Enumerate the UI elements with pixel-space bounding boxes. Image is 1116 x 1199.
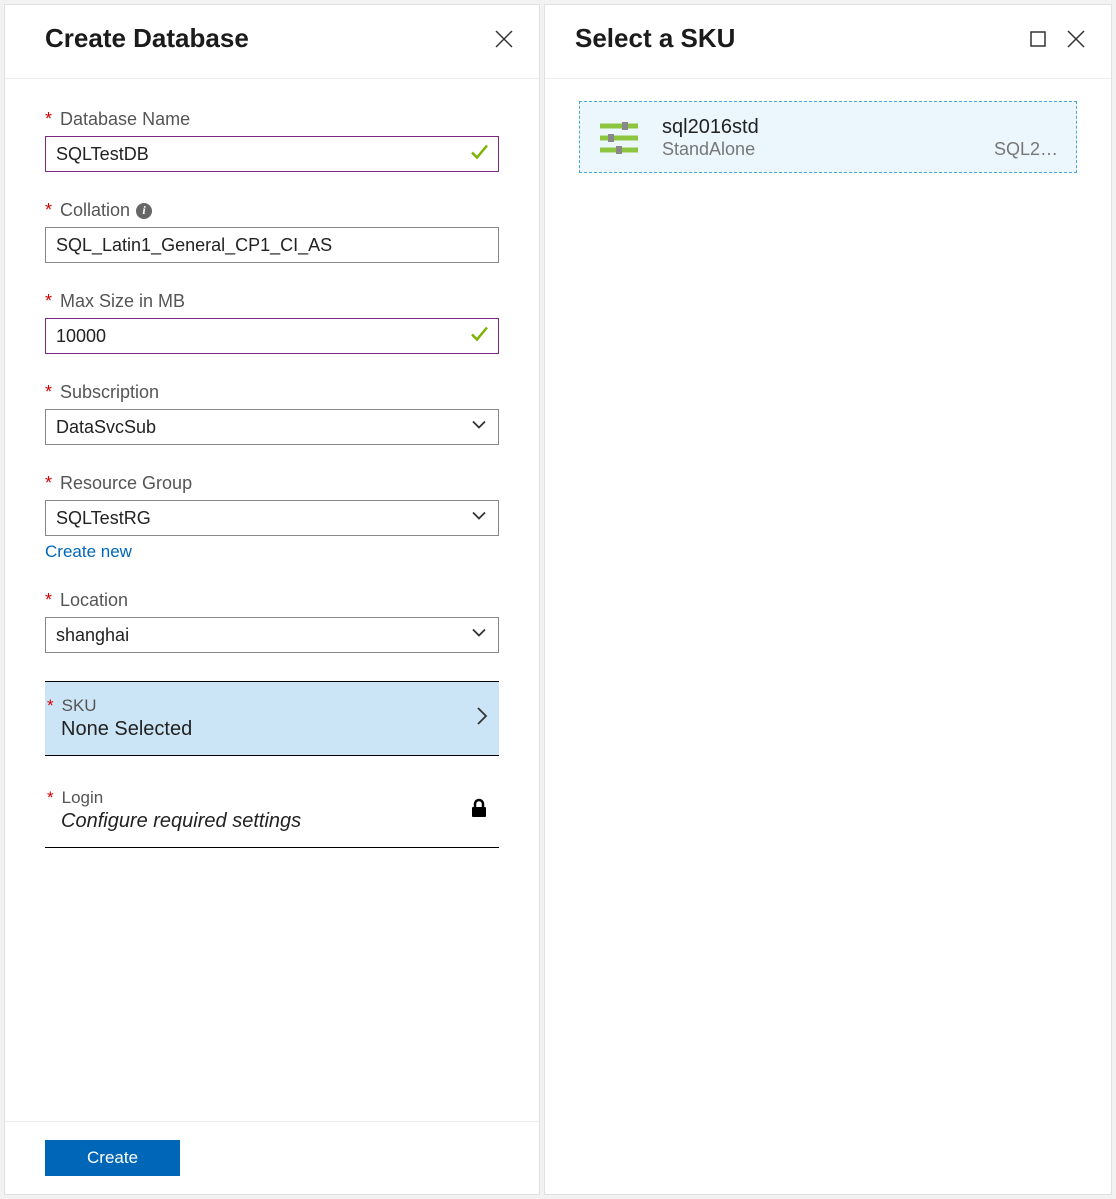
restore-icon[interactable] [1027, 28, 1049, 50]
database-name-input[interactable] [45, 136, 499, 172]
max-size-input[interactable] [45, 318, 499, 354]
panel-header-right: Select a SKU [545, 5, 1111, 79]
label-collation: *Collationi [45, 200, 499, 221]
chevron-right-icon [475, 705, 489, 732]
create-button[interactable]: Create [45, 1140, 180, 1176]
lock-icon [469, 797, 489, 824]
sliders-icon [598, 118, 640, 159]
label-max-size: *Max Size in MB [45, 291, 499, 312]
sku-row[interactable]: *SKU None Selected [45, 681, 499, 756]
field-subscription: *Subscription DataSvcSub [45, 382, 499, 445]
create-new-link[interactable]: Create new [45, 542, 132, 562]
panel-header-left: Create Database [5, 5, 539, 79]
field-max-size: *Max Size in MB [45, 291, 499, 354]
panel-footer: Create [5, 1121, 539, 1194]
sku-subtitle: StandAlone [662, 139, 974, 160]
sku-name: sql2016std [662, 116, 1058, 139]
subscription-select[interactable]: DataSvcSub [45, 409, 499, 445]
info-icon[interactable]: i [136, 203, 152, 219]
label-login: *Login [61, 788, 469, 808]
create-database-panel: Create Database *Database Name *Collatio… [4, 4, 540, 1195]
close-icon[interactable] [493, 28, 515, 50]
panel-body-right: sql2016std StandAlone SQL2… [545, 79, 1111, 1194]
sku-tag: SQL2… [994, 139, 1058, 160]
label-subscription: *Subscription [45, 382, 499, 403]
label-resource-group: *Resource Group [45, 473, 499, 494]
field-location: *Location shanghai [45, 590, 499, 653]
login-row[interactable]: *Login Configure required settings [45, 774, 499, 848]
field-collation: *Collationi [45, 200, 499, 263]
checkmark-icon [469, 142, 489, 167]
resource-group-select[interactable]: SQLTestRG [45, 500, 499, 536]
collation-input[interactable] [45, 227, 499, 263]
field-database-name: *Database Name [45, 109, 499, 172]
field-resource-group: *Resource Group SQLTestRG Create new [45, 473, 499, 562]
panel-title-right: Select a SKU [575, 23, 1011, 54]
select-sku-panel: Select a SKU sql2016std StandAlone [544, 4, 1112, 1195]
checkmark-icon [469, 324, 489, 349]
panel-title-left: Create Database [45, 23, 477, 54]
sku-card[interactable]: sql2016std StandAlone SQL2… [579, 101, 1077, 173]
label-location: *Location [45, 590, 499, 611]
close-icon[interactable] [1065, 28, 1087, 50]
panel-body-left: *Database Name *Collationi *Max Size in … [5, 79, 539, 1121]
sku-value: None Selected [61, 718, 475, 741]
location-select[interactable]: shanghai [45, 617, 499, 653]
label-database-name: *Database Name [45, 109, 499, 130]
login-value: Configure required settings [61, 810, 469, 833]
label-sku: *SKU [61, 696, 475, 716]
